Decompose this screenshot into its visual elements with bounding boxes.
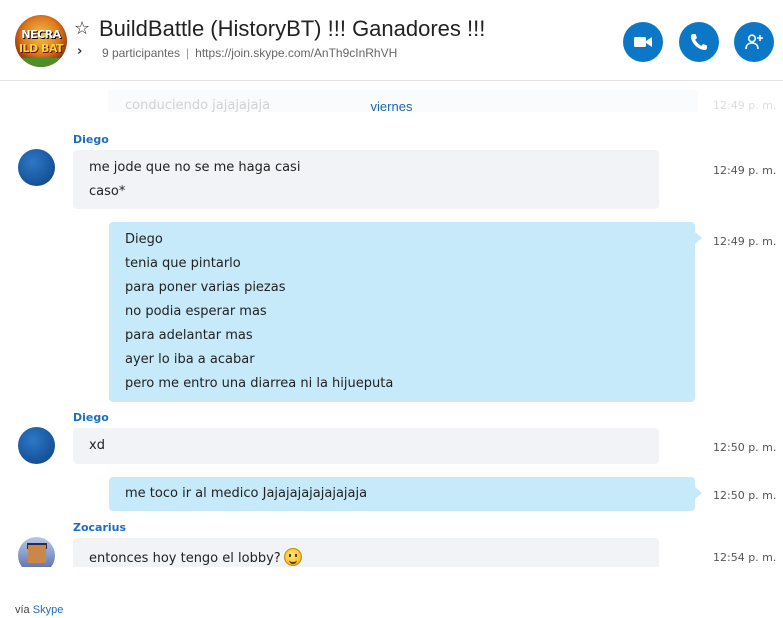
message-line: me toco ir al medico Jajajajajajajajaja [125,486,368,501]
message-line: caso* [89,184,126,199]
footer-via: vía [15,604,30,616]
message-line: tenia que pintarlo [125,256,241,271]
message-bubble-outgoing[interactable]: me toco ir al medico Jajajajajajajajaja [109,477,702,511]
message-line: xd [89,438,105,453]
message-line: entonces hoy tengo el lobby? [89,548,302,566]
chat-history[interactable]: conduciendo jajajajaja 12:49 p. m. viern… [0,82,783,567]
skype-link[interactable]: Skype [33,604,64,616]
message-line: Diego [125,232,163,247]
audio-call-button[interactable] [679,22,719,62]
add-person-icon [745,34,763,50]
smiley-icon [283,548,302,566]
message-timestamp: 12:50 p. m. [713,489,777,502]
message-line: ayer lo iba a acabar [125,352,255,367]
message-timestamp: 12:49 p. m. [713,164,777,177]
logo-text-bottom: ILD BAT [18,42,64,55]
message-line: para poner varias piezas [125,280,286,295]
video-call-button[interactable] [623,22,663,62]
message-bubble-incoming[interactable]: xd [73,428,659,464]
conversation-header: NECRA ILD BAT ☆ BuildBattle (HistoryBT) … [0,0,783,81]
sender-name[interactable]: Diego [73,133,109,146]
day-separator: viernes [370,99,413,114]
message-timestamp: 12:50 p. m. [713,441,777,454]
message-bubble-outgoing[interactable]: Diego tenia que pintarlo para poner vari… [109,222,702,402]
message-line: me jode que no se me haga casi [89,160,301,175]
add-participant-button[interactable] [734,22,774,62]
group-avatar[interactable]: NECRA ILD BAT [15,15,67,67]
logo-grass [15,58,67,67]
message-line: pero me entro una diarrea ni la hijueput… [125,376,394,391]
message-bubble-incoming[interactable]: me jode que no se me haga casi caso* [73,150,659,209]
divider: | [186,46,190,60]
message-timestamp: 12:54 p. m. [713,551,777,564]
join-link[interactable]: https://join.skype.com/AnTh9cInRhVH [195,46,397,60]
message-timestamp: 12:49 p. m. [713,235,777,248]
star-icon[interactable]: ☆ [74,18,90,40]
avatar[interactable] [18,537,55,567]
message-bubble-incoming[interactable]: entonces hoy tengo el lobby? [73,538,659,567]
conversation-subline: 9 participantes | https://join.skype.com/A… [102,46,397,60]
conversation-title: BuildBattle (HistoryBT) !!! Ganadores !!… [99,16,486,41]
phone-icon [691,34,707,50]
avatar[interactable] [18,427,55,464]
logo-text-top: NECRA [21,28,61,41]
avatar[interactable] [18,149,55,186]
participants-count[interactable]: 9 participantes [102,46,180,60]
message-line: no podia esperar mas [125,304,267,319]
message-text: entonces hoy tengo el lobby? [89,551,281,566]
avatar-face [28,545,46,563]
sender-name[interactable]: Zocarius [73,521,126,534]
video-camera-icon [634,37,652,47]
sender-name[interactable]: Diego [73,411,109,424]
chevron-right-icon[interactable]: › [77,44,82,59]
message-line: para adelantar mas [125,328,253,343]
footer-attribution: vía Skype [15,604,63,616]
